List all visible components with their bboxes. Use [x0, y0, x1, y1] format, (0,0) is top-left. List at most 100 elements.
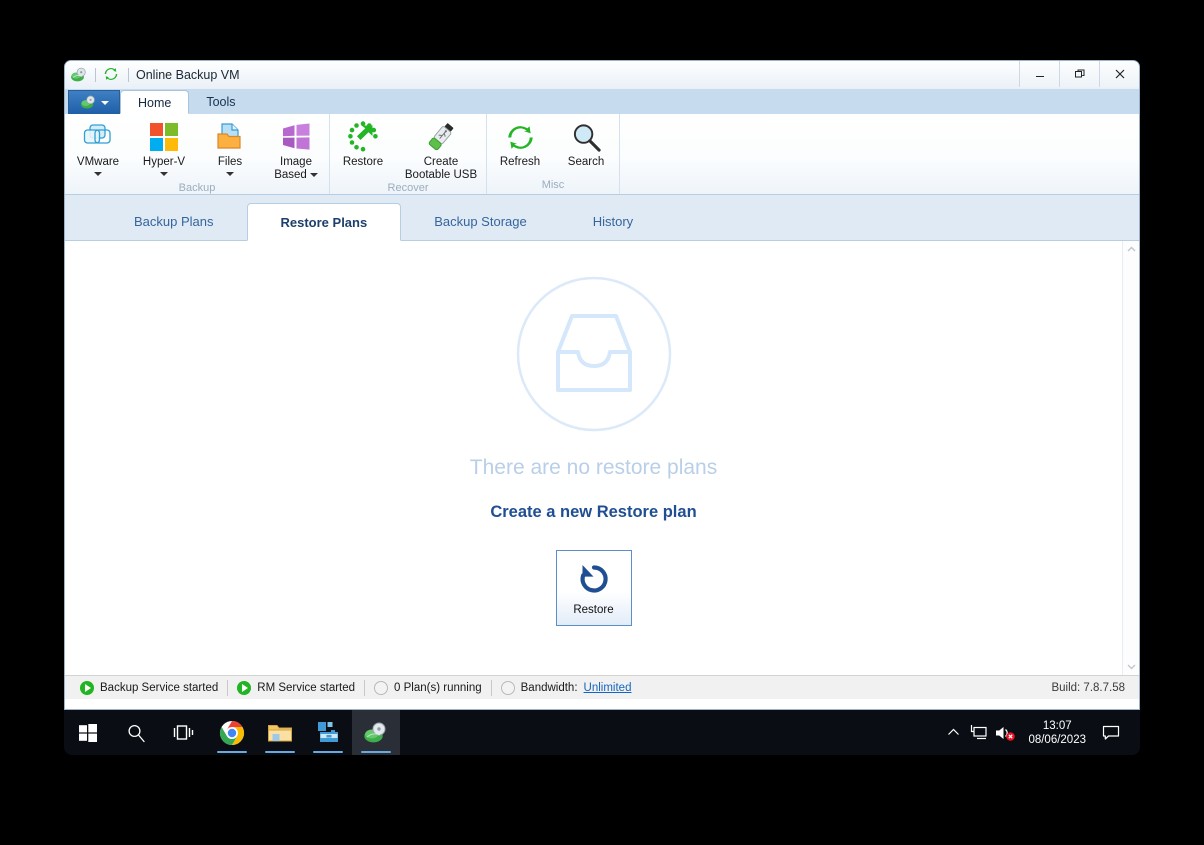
refresh-icon[interactable] [103, 66, 121, 84]
ribbon-button-image-based[interactable]: Image Based [263, 118, 329, 182]
ribbon-tab-tools[interactable]: Tools [189, 90, 252, 114]
ribbon-button-label: Refresh [499, 156, 541, 168]
status-bar: Backup Service started RM Service starte… [65, 675, 1139, 699]
network-icon[interactable] [966, 710, 992, 755]
taskbar-file-explorer-button[interactable] [256, 710, 304, 755]
scroll-up-arrow[interactable] [1122, 241, 1139, 258]
bandwidth-link[interactable]: Unlimited [584, 682, 632, 694]
taskbar-search-button[interactable] [112, 710, 160, 755]
window-controls [1019, 61, 1139, 89]
usb-drive-icon [421, 120, 461, 154]
restore-arrow-icon [576, 561, 612, 600]
window-title: Online Backup VM [136, 68, 240, 82]
tab-backup-plans[interactable]: Backup Plans [101, 204, 247, 240]
chevron-down-icon[interactable] [160, 172, 168, 176]
screen: Online Backup VM Home Tools VMware Hyper… [0, 0, 1204, 845]
taskbar-running-underline [265, 751, 295, 753]
chevron-down-icon[interactable] [226, 172, 234, 176]
restore-dotted-icon [343, 120, 383, 154]
taskbar-start-button[interactable] [64, 710, 112, 755]
inbox-tray-circle-icon [514, 274, 674, 434]
cloud-backup-icon [70, 66, 88, 84]
taskbar-buttons [64, 710, 400, 755]
status-label: RM Service started [257, 681, 356, 694]
taskbar: 13:07 08/06/2023 [64, 710, 1140, 755]
minimize-button[interactable] [1019, 61, 1059, 87]
taskbar-task-view-button[interactable] [160, 710, 208, 755]
ribbon-group-backup: VMware Hyper-V Files Image Based Backup [65, 114, 329, 194]
status-bandwidth: Bandwidth: Unlimited [492, 677, 641, 699]
ribbon-button-search[interactable]: Search [553, 118, 619, 169]
chevron-down-icon [100, 100, 109, 105]
create-restore-plan-link[interactable]: Create a new Restore plan [490, 503, 696, 522]
page-tab-bar: Backup Plans Restore Plans Backup Storag… [65, 195, 1139, 241]
ribbon-button-hyperv[interactable]: Hyper-V [131, 118, 197, 176]
ribbon-button-files[interactable]: Files [197, 118, 263, 176]
tab-history[interactable]: History [560, 204, 666, 240]
ribbon-group-label-backup: Backup [178, 182, 216, 194]
gray-circle-icon [374, 680, 389, 695]
status-label: Bandwidth: [520, 681, 578, 694]
search-icon [566, 120, 606, 154]
ribbon-empty-area [619, 114, 1139, 194]
ribbon: VMware Hyper-V Files Image Based Backup … [65, 114, 1139, 195]
vmware-icon [78, 120, 118, 154]
taskbar-clock[interactable]: 13:07 08/06/2023 [1018, 719, 1096, 747]
status-backup-service: Backup Service started [71, 677, 227, 699]
system-tray: 13:07 08/06/2023 [940, 710, 1140, 755]
ribbon-group-recover: Restore Create Bootable USB Recover [329, 114, 486, 194]
status-rm-service: RM Service started [228, 677, 364, 699]
volume-muted-icon[interactable] [992, 710, 1018, 755]
refresh-icon [500, 120, 540, 154]
ribbon-tab-strip: Home Tools [65, 89, 1139, 114]
ribbon-button-label: Hyper-V [142, 156, 186, 168]
show-hidden-icons-chevron-icon[interactable] [940, 710, 966, 755]
green-play-icon [80, 680, 94, 695]
content-area: There are no restore plans Create a new … [65, 241, 1139, 675]
vertical-scrollbar[interactable] [1122, 241, 1139, 675]
status-label: 0 Plan(s) running [394, 681, 482, 694]
ribbon-button-vmware[interactable]: VMware [65, 118, 131, 176]
ribbon-button-label: VMware [76, 156, 120, 168]
status-plans-running: 0 Plan(s) running [365, 677, 491, 699]
taskbar-online-backup-button[interactable] [352, 710, 400, 755]
ribbon-button-label-text: Image Based [274, 156, 312, 181]
taskbar-running-underline [361, 751, 391, 753]
ribbon-button-restore[interactable]: Restore [330, 118, 396, 169]
ribbon-group-misc: Refresh Search Misc [486, 114, 619, 194]
tab-backup-storage[interactable]: Backup Storage [401, 204, 560, 240]
chevron-down-icon[interactable] [309, 172, 318, 177]
tab-restore-plans[interactable]: Restore Plans [246, 203, 402, 241]
titlebar-separator-2 [128, 68, 129, 82]
notification-center-icon[interactable] [1096, 710, 1126, 755]
scroll-down-arrow[interactable] [1122, 658, 1139, 675]
close-button[interactable] [1099, 61, 1139, 87]
build-version-label: Build: 7.8.7.58 [1051, 681, 1125, 694]
gray-circle-icon [500, 680, 515, 695]
application-menu-button[interactable] [68, 90, 120, 114]
scrollbar-track[interactable] [1122, 258, 1139, 658]
restore-tile-label: Restore [573, 603, 614, 616]
ribbon-button-label: Image Based [274, 156, 318, 182]
ribbon-group-label-recover: Recover [387, 182, 429, 194]
ribbon-button-label: Search [567, 156, 605, 168]
taskbar-running-underline [313, 751, 343, 753]
hyperv-icon [144, 120, 184, 154]
image-based-icon [276, 120, 316, 154]
show-desktop-button[interactable] [1126, 710, 1134, 755]
taskbar-running-underline [217, 751, 247, 753]
taskbar-chrome-button[interactable] [208, 710, 256, 755]
ribbon-button-label: Create Bootable USB [404, 156, 478, 181]
maximize-restore-button[interactable] [1059, 61, 1099, 87]
files-icon [210, 120, 250, 154]
green-play-icon [237, 680, 252, 695]
taskbar-toolbox-button[interactable] [304, 710, 352, 755]
clock-time: 13:07 [1042, 719, 1072, 732]
restore-tile-button[interactable]: Restore [555, 550, 632, 626]
ribbon-tab-home[interactable]: Home [120, 90, 190, 114]
ribbon-button-refresh[interactable]: Refresh [487, 118, 553, 169]
chevron-down-icon[interactable] [94, 172, 102, 176]
ribbon-button-create-bootable-usb[interactable]: Create Bootable USB [396, 118, 486, 182]
empty-state-title: There are no restore plans [469, 456, 718, 479]
titlebar-separator-1 [95, 68, 96, 82]
